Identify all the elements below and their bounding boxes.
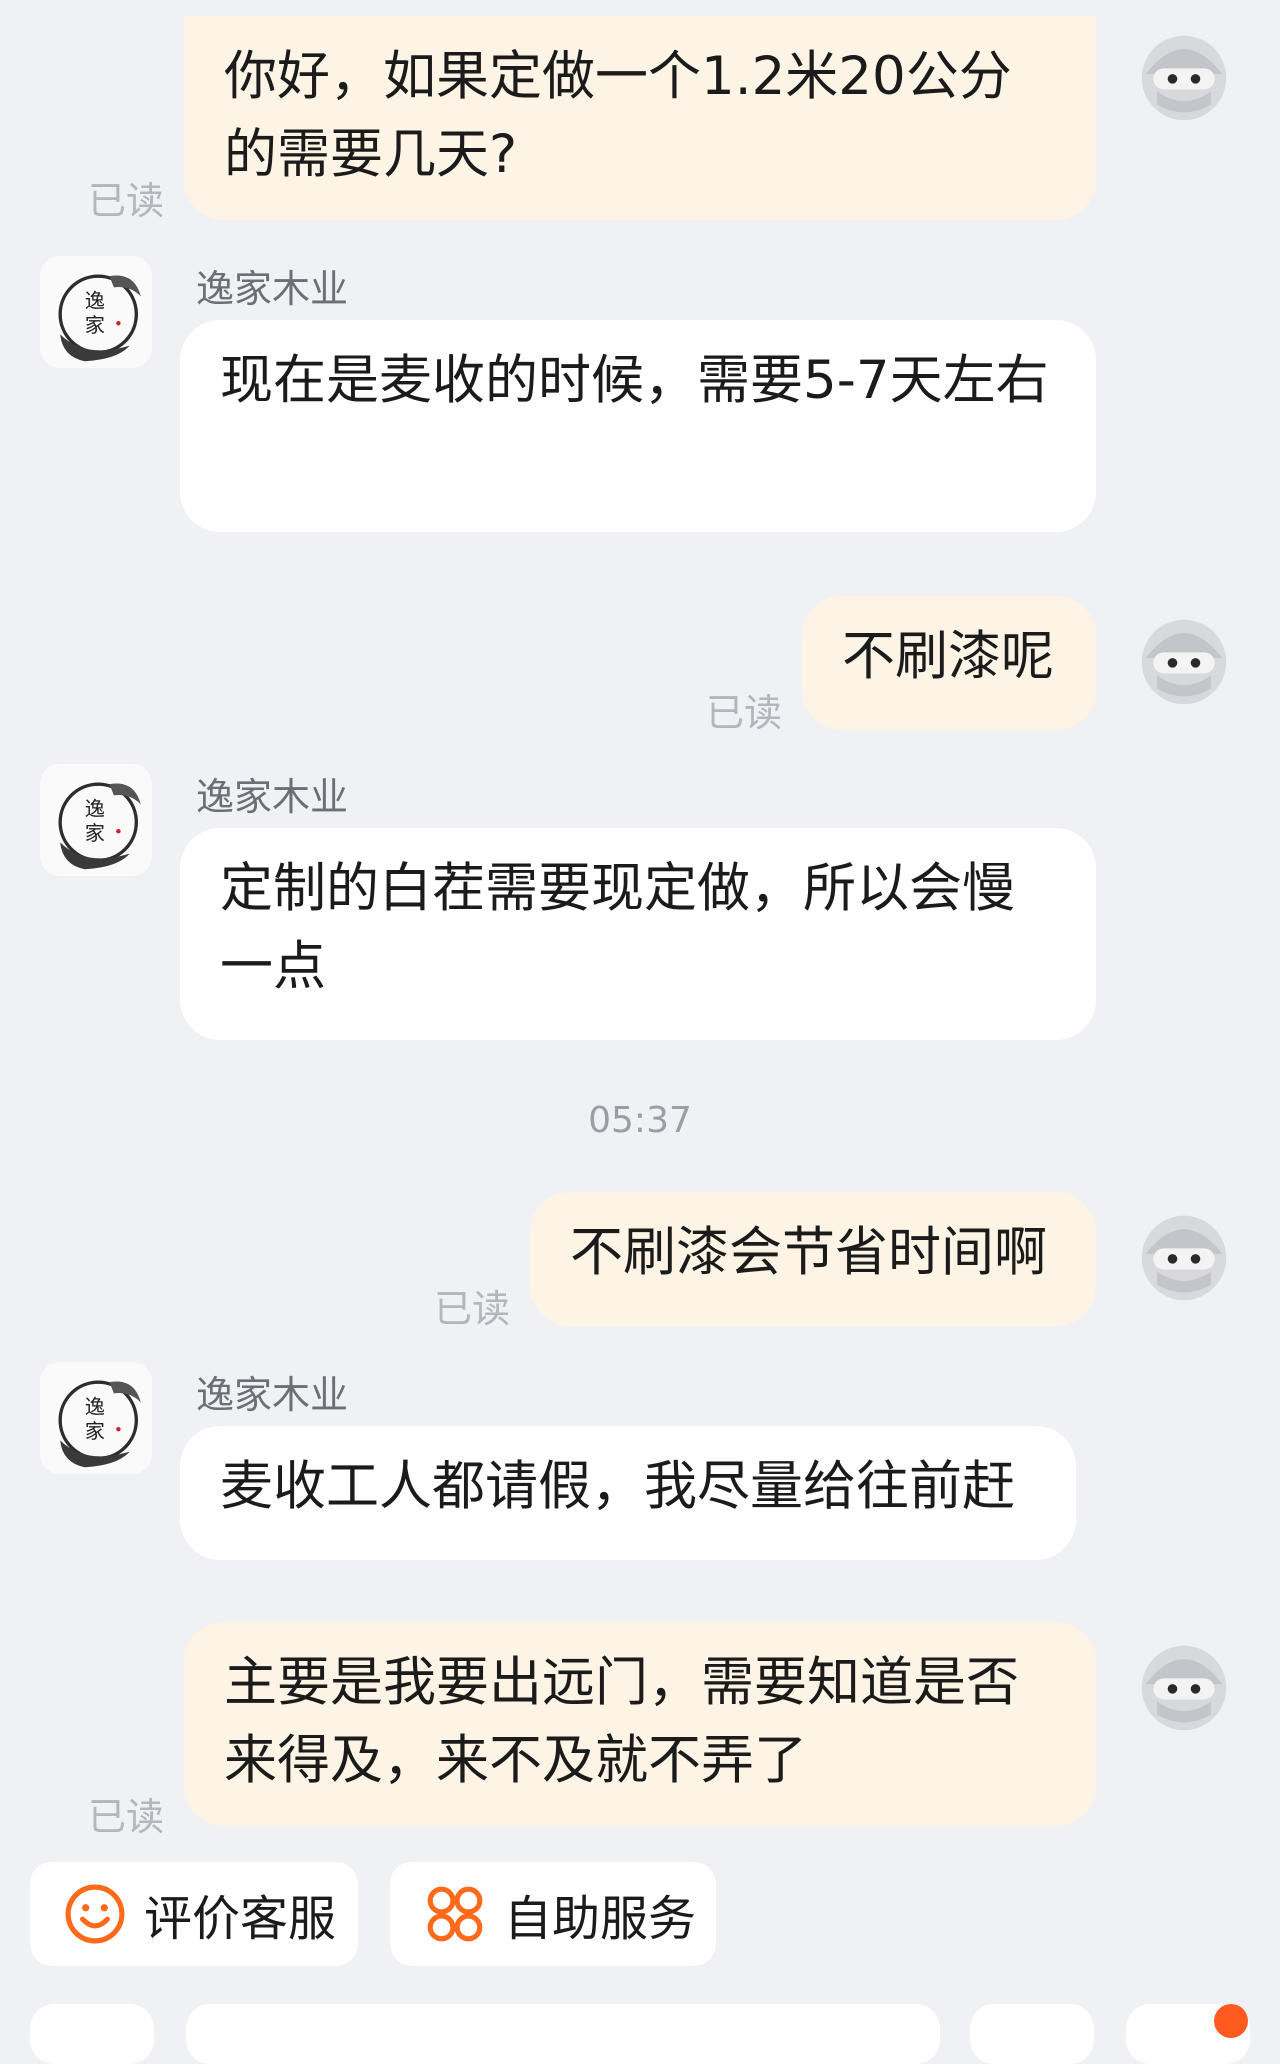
- self-service-label: 自助服务: [504, 1891, 697, 1947]
- ninja-avatar-icon: [1141, 35, 1227, 121]
- ink-logo-icon: 逸 家: [40, 256, 152, 368]
- sender-name: 逸家木业: [196, 775, 349, 819]
- message-bubble-incoming[interactable]: 麦收工人都请假，我尽量给往前赶: [180, 1426, 1076, 1560]
- emoji-button[interactable]: [970, 2004, 1094, 2064]
- notification-dot: [1214, 2004, 1248, 2038]
- read-status: 已读: [88, 179, 165, 223]
- svg-text:家: 家: [85, 821, 105, 845]
- self-service-button[interactable]: 自助服务: [390, 1862, 716, 1966]
- ninja-avatar-icon: [1141, 1215, 1227, 1301]
- message-bubble-outgoing[interactable]: 主要是我要出远门，需要知道是否来得及，来不及就不弄了: [184, 1622, 1096, 1826]
- rate-service-button[interactable]: 评价客服: [30, 1862, 358, 1966]
- shop-avatar[interactable]: 逸 家: [40, 1362, 152, 1474]
- svg-text:家: 家: [85, 313, 105, 337]
- message-text: 你好，如果定做一个1.2米20公分的需要几天?: [224, 46, 1012, 185]
- rate-service-label: 评价客服: [144, 1891, 337, 1947]
- message-bubble-outgoing[interactable]: 不刷漆会节省时间啊: [530, 1192, 1096, 1326]
- read-status: 已读: [88, 1795, 165, 1839]
- ink-logo-icon: 逸 家: [40, 764, 152, 876]
- user-avatar[interactable]: [1136, 1638, 1232, 1734]
- message-bubble-incoming[interactable]: 定制的白茬需要现定做，所以会慢一点: [180, 828, 1096, 1040]
- svg-text:家: 家: [85, 1419, 105, 1443]
- smiley-icon: [65, 1884, 125, 1944]
- message-timestamp: 05:37: [588, 1100, 692, 1141]
- svg-text:逸: 逸: [85, 289, 105, 313]
- voice-button[interactable]: [30, 2004, 154, 2064]
- message-bubble-incoming[interactable]: 现在是麦收的时候，需要5-7天左右: [180, 320, 1096, 532]
- sender-name: 逸家木业: [196, 267, 349, 311]
- user-avatar[interactable]: [1136, 1208, 1232, 1304]
- svg-text:逸: 逸: [85, 1395, 105, 1419]
- read-status: 已读: [706, 691, 783, 735]
- shop-avatar[interactable]: 逸 家: [40, 764, 152, 876]
- shop-avatar[interactable]: 逸 家: [40, 256, 152, 368]
- message-input[interactable]: [186, 2004, 940, 2064]
- user-avatar[interactable]: [1136, 28, 1232, 124]
- message-text: 不刷漆会节省时间啊: [570, 1222, 1047, 1283]
- ninja-avatar-icon: [1141, 619, 1227, 705]
- message-text: 主要是我要出远门，需要知道是否来得及，来不及就不弄了: [224, 1652, 1019, 1791]
- grid-circles-icon: [427, 1886, 483, 1942]
- message-text: 麦收工人都请假，我尽量给往前赶: [220, 1456, 1015, 1517]
- message-bubble-outgoing[interactable]: 你好，如果定做一个1.2米20公分的需要几天?: [184, 16, 1096, 220]
- ink-logo-icon: 逸 家: [40, 1362, 152, 1474]
- message-text: 现在是麦收的时候，需要5-7天左右: [220, 350, 1049, 411]
- read-status: 已读: [434, 1287, 511, 1331]
- sender-name: 逸家木业: [196, 1373, 349, 1417]
- svg-text:逸: 逸: [85, 797, 105, 821]
- message-text: 定制的白茬需要现定做，所以会慢一点: [220, 858, 1015, 997]
- message-text: 不刷漆呢: [842, 626, 1054, 687]
- ninja-avatar-icon: [1141, 1645, 1227, 1731]
- message-bubble-outgoing[interactable]: 不刷漆呢: [802, 596, 1096, 730]
- user-avatar[interactable]: [1136, 612, 1232, 708]
